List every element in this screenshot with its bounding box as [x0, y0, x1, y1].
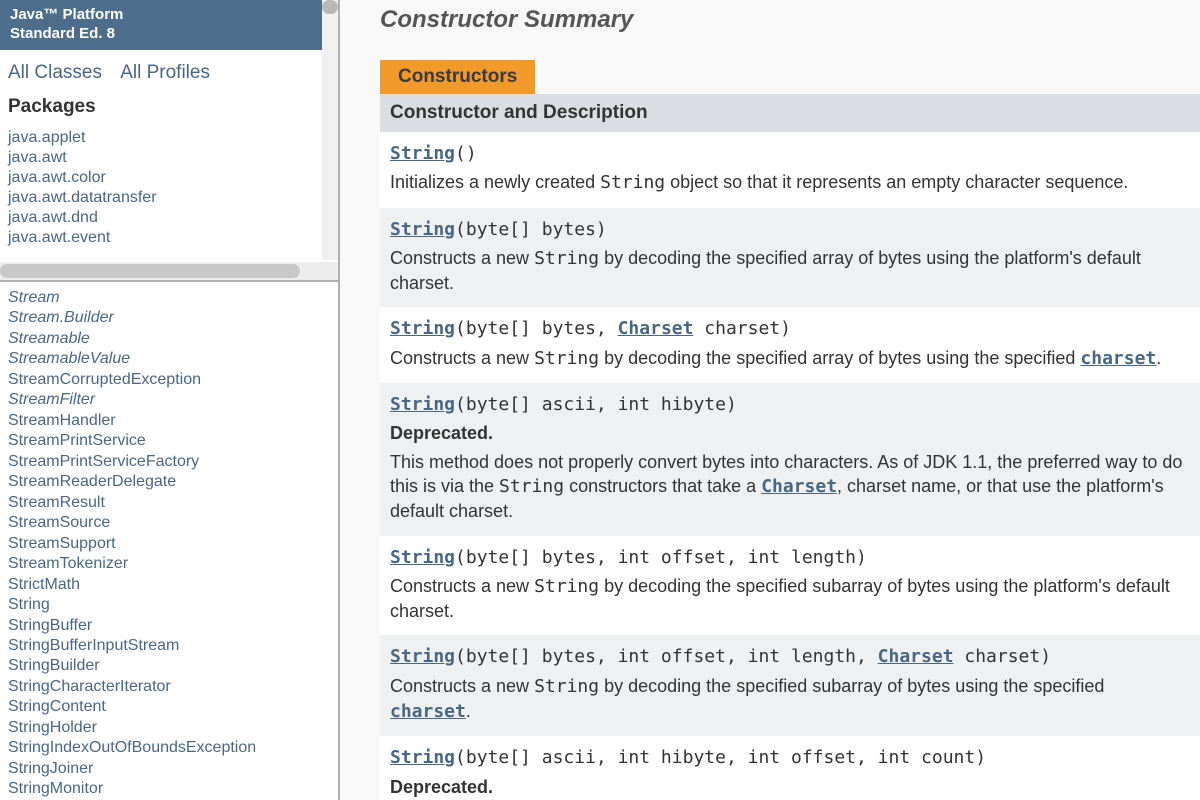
package-link[interactable]: java.awt.event	[8, 228, 330, 248]
type-link[interactable]: String	[390, 547, 455, 568]
all-profiles-link[interactable]: All Profiles	[120, 62, 210, 83]
class-link[interactable]: StringMonitor	[8, 779, 330, 799]
package-link[interactable]: java.applet	[8, 128, 330, 148]
deprecated-label: Deprecated.	[390, 775, 1190, 799]
class-link[interactable]: Stream.Builder	[8, 308, 330, 328]
scrollbar-horizontal[interactable]	[0, 262, 338, 280]
class-link[interactable]: StreamCorruptedException	[8, 370, 330, 390]
class-link[interactable]: StreamFilter	[8, 390, 330, 410]
type-link[interactable]: Charset	[618, 318, 694, 339]
constructor-table: String() Initializes a newly created Stri…	[380, 132, 1200, 800]
class-link[interactable]: String	[8, 595, 330, 615]
constructor-row: String() Initializes a newly created Stri…	[380, 132, 1200, 208]
class-link[interactable]: StringBuilder	[8, 656, 330, 676]
class-link[interactable]: StringBuffer	[8, 616, 330, 636]
class-link[interactable]: StringHolder	[8, 718, 330, 738]
constructor-row: String(byte[] ascii, int hibyte, int off…	[380, 736, 1200, 800]
class-link[interactable]: StringJoiner	[8, 759, 330, 779]
package-list: java.appletjava.awtjava.awt.colorjava.aw…	[0, 128, 338, 248]
allclasses-frame: StreamStream.BuilderStreamableStreamable…	[0, 282, 338, 800]
class-link[interactable]: StreamResult	[8, 493, 330, 513]
package-link[interactable]: java.awt.dnd	[8, 208, 330, 228]
constructor-signature: String()	[390, 142, 1190, 166]
type-link[interactable]: Charset	[761, 476, 837, 497]
code-text: String	[534, 576, 599, 597]
class-link[interactable]: Streamable	[8, 329, 330, 349]
type-link[interactable]: charset	[1080, 348, 1156, 369]
class-link[interactable]: Stream	[8, 288, 330, 308]
package-link[interactable]: java.awt.datatransfer	[8, 188, 330, 208]
class-link[interactable]: StreamSource	[8, 513, 330, 533]
code-text: String	[534, 348, 599, 369]
constructor-description: Constructs a new String by decoding the …	[390, 674, 1190, 725]
class-link[interactable]: StreamableValue	[8, 349, 330, 369]
type-link[interactable]: Charset	[878, 646, 954, 667]
type-link[interactable]: String	[390, 747, 455, 768]
class-link[interactable]: StringCharacterIterator	[8, 677, 330, 697]
class-link[interactable]: StringContent	[8, 697, 330, 717]
package-link[interactable]: java.awt	[8, 148, 330, 168]
type-link[interactable]: String	[390, 646, 455, 667]
type-link[interactable]: String	[390, 318, 455, 339]
class-link[interactable]: StringIndexOutOfBoundsException	[8, 738, 330, 758]
main-content: Constructor Summary Constructors Constru…	[340, 0, 1200, 800]
platform-line2: Standard Ed. 8	[10, 25, 328, 44]
constructor-description: Constructs a new String by decoding the …	[390, 246, 1190, 296]
package-link[interactable]: java.awt.color	[8, 168, 330, 188]
table-header: Constructor and Description	[380, 94, 1200, 132]
class-link[interactable]: StreamReaderDelegate	[8, 472, 330, 492]
constructor-row: String(byte[] bytes, int offset, int len…	[380, 635, 1200, 736]
code-text: String	[534, 676, 599, 697]
section-title: Constructor Summary	[380, 6, 1200, 34]
class-link[interactable]: StringBufferInputStream	[8, 636, 330, 656]
type-link[interactable]: String	[390, 394, 455, 415]
overview-frame: Java™ Platform Standard Ed. 8 All Classe…	[0, 0, 338, 282]
type-link[interactable]: String	[390, 143, 455, 164]
constructor-description: Initializes a newly created String objec…	[390, 170, 1190, 195]
constructors-caption: Constructors	[380, 60, 535, 94]
type-link[interactable]: charset	[390, 701, 466, 722]
packages-heading: Packages	[0, 90, 338, 128]
constructor-signature: String(byte[] ascii, int hibyte)	[390, 393, 1190, 417]
scrollbar-thumb[interactable]	[0, 264, 300, 278]
platform-banner: Java™ Platform Standard Ed. 8	[0, 0, 338, 50]
code-text: String	[600, 172, 665, 193]
code-text: String	[534, 248, 599, 269]
class-link[interactable]: StreamPrintService	[8, 431, 330, 451]
constructor-description: Constructs a new String by decoding the …	[390, 346, 1190, 371]
constructor-signature: String(byte[] bytes, Charset charset)	[390, 317, 1190, 341]
constructor-signature: String(byte[] ascii, int hibyte, int off…	[390, 746, 1190, 770]
class-link[interactable]: StrictMath	[8, 575, 330, 595]
class-link[interactable]: StreamHandler	[8, 411, 330, 431]
navigation-sidebar: Java™ Platform Standard Ed. 8 All Classe…	[0, 0, 340, 800]
deprecated-label: Deprecated.	[390, 421, 1190, 445]
code-text: String	[499, 476, 564, 497]
all-classes-link[interactable]: All Classes	[8, 62, 102, 83]
scrollbar-thumb[interactable]	[322, 0, 338, 14]
class-link[interactable]: StreamTokenizer	[8, 554, 330, 574]
constructor-row: String(byte[] ascii, int hibyte) Deprecat…	[380, 383, 1200, 535]
constructor-row: String(byte[] bytes, Charset charset) Con…	[380, 307, 1200, 383]
class-link[interactable]: StreamSupport	[8, 534, 330, 554]
constructor-signature: String(byte[] bytes, int offset, int len…	[390, 546, 1190, 570]
constructor-row: String(byte[] bytes) Constructs a new Str…	[380, 208, 1200, 308]
class-list: StreamStream.BuilderStreamableStreamable…	[8, 288, 330, 800]
constructor-row: String(byte[] bytes, int offset, int len…	[380, 536, 1200, 636]
constructor-signature: String(byte[] bytes, int offset, int len…	[390, 645, 1190, 669]
scrollbar-vertical[interactable]	[322, 0, 338, 260]
platform-line1: Java™ Platform	[10, 6, 123, 23]
class-link[interactable]: StreamPrintServiceFactory	[8, 452, 330, 472]
constructor-description: This method does not properly convert by…	[390, 450, 1190, 524]
constructor-description: Constructs a new String by decoding the …	[390, 574, 1190, 624]
constructor-signature: String(byte[] bytes)	[390, 218, 1190, 242]
type-link[interactable]: String	[390, 219, 455, 240]
